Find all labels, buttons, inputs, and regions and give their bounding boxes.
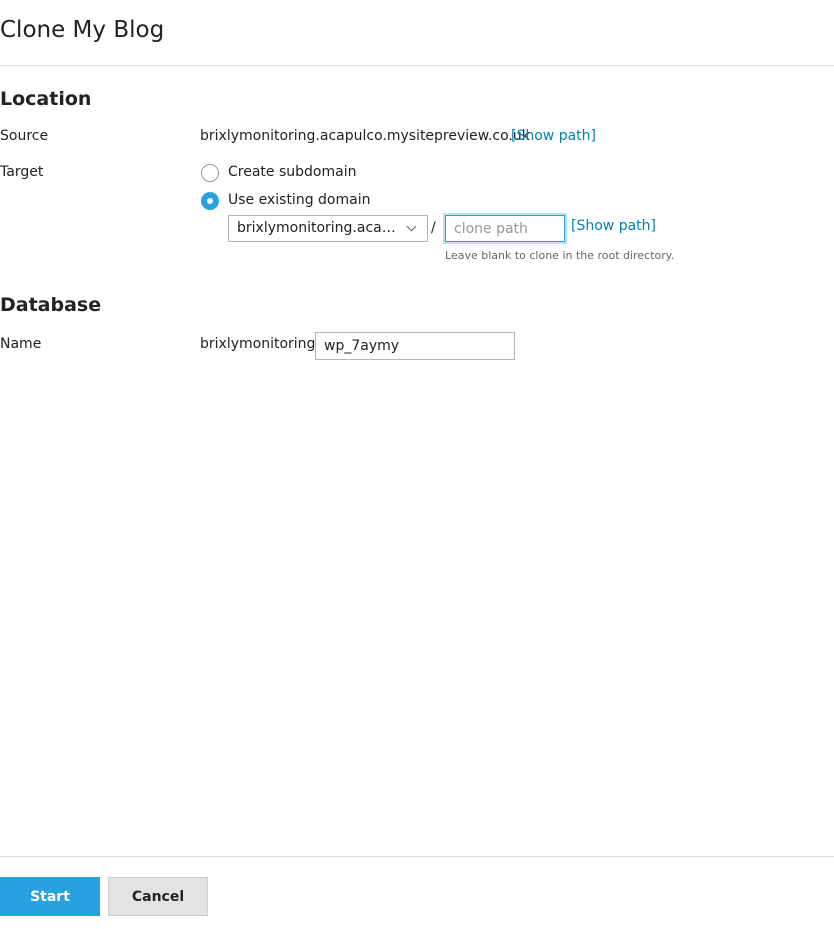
header-divider <box>0 65 834 66</box>
db-name-label: Name <box>0 336 42 352</box>
db-name-prefix: brixlymonitoring_ <box>200 336 323 352</box>
start-button[interactable]: Start <box>0 877 100 916</box>
cancel-button[interactable]: Cancel <box>108 877 208 916</box>
use-existing-domain-label[interactable]: Use existing domain <box>228 192 370 208</box>
clone-path-hint: Leave blank to clone in the root directo… <box>445 249 675 262</box>
source-show-path-link[interactable]: [Show path] <box>511 128 596 144</box>
domain-select-value: brixlymonitoring.acap... <box>237 220 397 236</box>
location-heading: Location <box>0 88 92 110</box>
domain-select[interactable]: brixlymonitoring.acap... <box>228 215 428 242</box>
target-label: Target <box>0 164 44 180</box>
create-subdomain-label[interactable]: Create subdomain <box>228 164 356 180</box>
path-separator: / <box>431 220 436 236</box>
use-existing-domain-radio[interactable] <box>201 192 219 210</box>
chevron-down-icon <box>406 221 417 232</box>
db-name-input[interactable] <box>315 332 515 360</box>
source-label: Source <box>0 128 49 144</box>
source-value: brixlymonitoring.acapulco.mysitepreview.… <box>200 128 530 144</box>
footer-divider <box>0 856 834 857</box>
clone-path-input[interactable] <box>445 215 565 242</box>
dialog-title: Clone My Blog <box>0 17 165 43</box>
database-heading: Database <box>0 294 102 316</box>
target-show-path-link[interactable]: [Show path] <box>571 218 656 234</box>
create-subdomain-radio[interactable] <box>201 164 219 182</box>
